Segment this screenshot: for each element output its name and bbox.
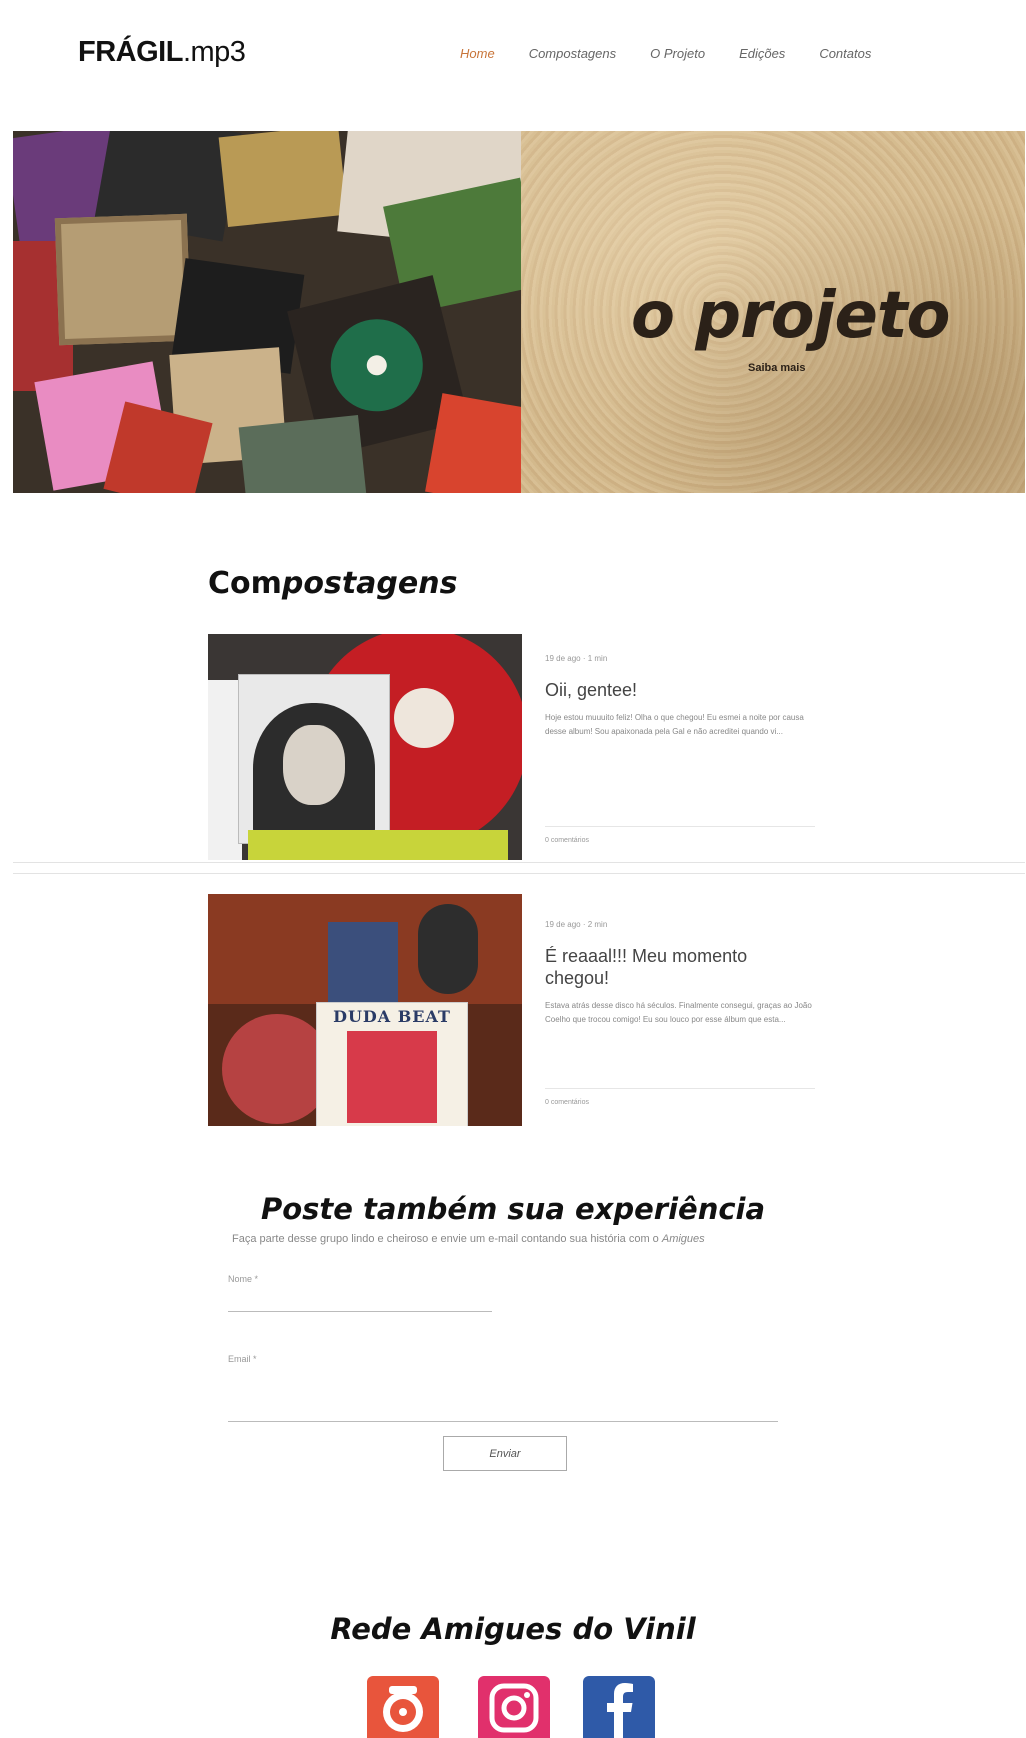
nav-edicoes[interactable]: Edições: [739, 46, 785, 61]
album-cover-gal: [238, 674, 390, 844]
yellow-crate: [248, 830, 508, 860]
hero-title: o projeto: [631, 279, 950, 353]
post-title[interactable]: Oii, gentee!: [545, 679, 815, 701]
post-image[interactable]: DUDA BEAT: [208, 894, 522, 1126]
section-divider: [13, 873, 1025, 874]
main-nav: Home Compostagens O Projeto Edições Cont…: [460, 46, 905, 61]
form-title: Poste também sua experiência: [260, 1192, 766, 1226]
section-title-italic: postagens: [281, 566, 458, 601]
nav-o-projeto[interactable]: O Projeto: [650, 46, 705, 61]
vinyl-collage-image: [13, 131, 521, 493]
section-title: Compostagens: [208, 566, 457, 601]
instagram-icon[interactable]: [478, 1676, 550, 1738]
hero-banner: o projeto Saiba mais: [13, 131, 1025, 493]
hero-read-more-link[interactable]: Saiba mais: [748, 362, 805, 374]
post-meta: 19 de ago · 2 min: [545, 920, 608, 929]
album-cover: [328, 922, 398, 1002]
framed-record: [54, 213, 192, 346]
nav-compostagens[interactable]: Compostagens: [529, 46, 616, 61]
album-cover: [238, 414, 368, 493]
email-input[interactable]: [228, 1421, 778, 1422]
post-body: 19 de ago · 1 min Oii, gentee! Hoje esto…: [545, 634, 815, 739]
post-comments[interactable]: 0 comentários: [545, 837, 589, 844]
album-cover-duda-beat: DUDA BEAT: [316, 1002, 468, 1126]
form-subtitle-italic: Amigues: [661, 1233, 705, 1245]
post-comments[interactable]: 0 comentários: [545, 1099, 589, 1106]
nav-contatos[interactable]: Contatos: [819, 46, 871, 61]
logo-suffix: .mp3: [182, 36, 246, 68]
post-meta: 19 de ago · 1 min: [545, 654, 608, 663]
green-vinyl-record: [321, 309, 433, 422]
post-title[interactable]: É reaaal!!! Meu momento chegou!: [545, 945, 815, 989]
post-divider: [545, 826, 815, 827]
blog-post-card[interactable]: 19 de ago · 1 min Oii, gentee! Hoje esto…: [208, 634, 815, 860]
logo-bold: FRÁGIL: [78, 36, 183, 68]
album-cover: [218, 131, 348, 228]
facebook-icon[interactable]: [583, 1676, 655, 1738]
blog-post-card[interactable]: DUDA BEAT 19 de ago · 2 min É reaaal!!! …: [208, 894, 815, 1126]
post-divider: [545, 1088, 815, 1089]
nav-home[interactable]: Home: [460, 46, 495, 61]
site-logo[interactable]: FRÁGIL.mp3: [78, 36, 246, 69]
post-excerpt: Hoje estou muuuito feliz! Olha o que che…: [545, 713, 804, 736]
post-body: 19 de ago · 2 min É reaaal!!! Meu moment…: [545, 894, 815, 1027]
post-image[interactable]: [208, 634, 522, 860]
name-input[interactable]: [228, 1311, 492, 1312]
form-subtitle: Faça parte desse grupo lindo e cheiroso …: [232, 1233, 705, 1245]
form-subtitle-text: Faça parte desse grupo lindo e cheiroso …: [232, 1233, 659, 1245]
network-title: Rede Amigues do Vinil: [330, 1612, 696, 1646]
email-label: Email *: [228, 1354, 257, 1364]
figure: [418, 904, 478, 994]
section-title-regular: Com: [208, 566, 282, 601]
amigues-logo-icon[interactable]: [367, 1676, 439, 1738]
section-divider: [13, 862, 1025, 863]
name-label: Nome *: [228, 1274, 259, 1284]
album-cover: [425, 393, 521, 493]
post-excerpt: Estava atrás desse disco há séculos. Fin…: [545, 1001, 812, 1024]
submit-button[interactable]: Enviar: [443, 1436, 567, 1471]
textured-background: o projeto Saiba mais: [521, 131, 1025, 493]
